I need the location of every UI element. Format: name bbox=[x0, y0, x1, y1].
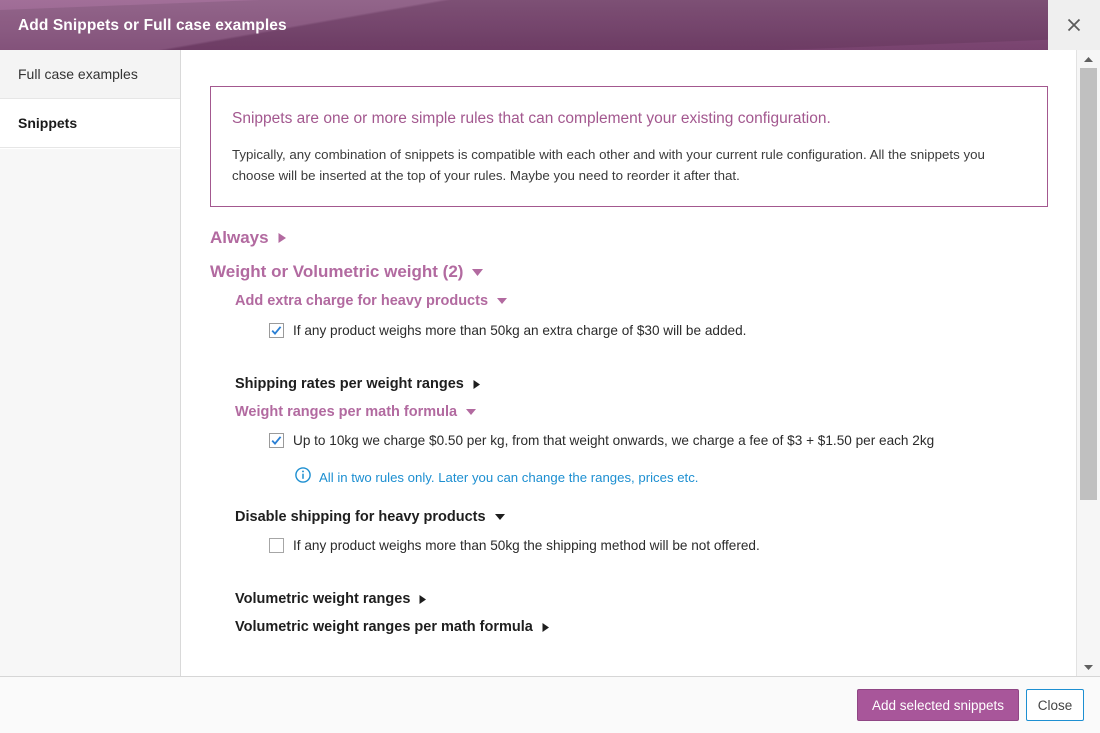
tree-node-label: Disable shipping for heavy products bbox=[235, 509, 486, 526]
info-note-text: All in two rules only. Later you can cha… bbox=[319, 470, 699, 486]
right-caret-icon bbox=[472, 379, 482, 390]
checkbox-unchecked-icon[interactable] bbox=[269, 538, 284, 558]
tree-node-weight-or-volumetric-weight[interactable]: Weight or Volumetric weight (2) bbox=[210, 262, 1048, 282]
notice-title: Snippets are one or more simple rules th… bbox=[232, 110, 831, 127]
tree-node-weight-ranges-formula[interactable]: Weight ranges per math formula bbox=[235, 404, 1048, 420]
scroll-up-arrow-icon[interactable] bbox=[1077, 50, 1100, 68]
tree-node-label: Weight ranges per math formula bbox=[235, 404, 458, 421]
close-button[interactable] bbox=[1048, 0, 1100, 50]
dialog-footer: Add selected snippets Close bbox=[0, 676, 1100, 733]
tree-node-volumetric-weight-formula[interactable]: Volumetric weight ranges per math formul… bbox=[235, 619, 1048, 635]
sidebar: Full case examples Snippets bbox=[0, 50, 181, 676]
dialog-titlebar: Add Snippets or Full case examples bbox=[0, 0, 1048, 50]
checkbox-checked-icon[interactable] bbox=[269, 323, 284, 343]
checkbox-checked-icon[interactable] bbox=[269, 433, 284, 453]
snippet-option-disable-shipping[interactable]: If any product weighs more than 50kg the… bbox=[269, 537, 1048, 558]
tree-node-volumetric-weight-ranges[interactable]: Volumetric weight ranges bbox=[235, 591, 1048, 607]
right-caret-icon bbox=[541, 622, 551, 633]
snippets-notice-box: Snippets are one or more simple rules th… bbox=[210, 86, 1048, 208]
tree-node-label: Always bbox=[210, 228, 269, 248]
tree-node-shipping-rates[interactable]: Shipping rates per weight ranges bbox=[235, 376, 1048, 392]
tree-node-disable-shipping[interactable]: Disable shipping for heavy products bbox=[235, 509, 1048, 525]
tree-node-label: Weight or Volumetric weight (2) bbox=[210, 262, 464, 282]
tree-node-always[interactable]: Always bbox=[210, 228, 1048, 248]
snippet-option-label: If any product weighs more than 50kg an … bbox=[293, 323, 747, 339]
tree-node-label: Volumetric weight ranges bbox=[235, 591, 411, 608]
notice-body: Typically, any combination of snippets i… bbox=[232, 146, 985, 183]
content-scrollbar[interactable] bbox=[1076, 50, 1100, 676]
add-selected-snippets-button[interactable]: Add selected snippets bbox=[857, 689, 1019, 721]
tree-node-label: Shipping rates per weight ranges bbox=[235, 376, 464, 393]
down-caret-icon bbox=[465, 407, 477, 417]
sidebar-item-label: Full case examples bbox=[18, 66, 138, 82]
snippet-option-label: If any product weighs more than 50kg the… bbox=[293, 538, 760, 554]
dialog-window: Add Snippets or Full case examples Full … bbox=[0, 0, 1100, 733]
right-caret-icon bbox=[418, 594, 428, 605]
info-circle-icon bbox=[295, 467, 311, 488]
right-caret-icon bbox=[277, 232, 288, 244]
snippet-option-label: Up to 10kg we charge $0.50 per kg, from … bbox=[293, 433, 935, 449]
down-caret-icon bbox=[496, 296, 508, 306]
close-icon bbox=[1067, 18, 1081, 32]
sidebar-item-snippets[interactable]: Snippets bbox=[0, 99, 180, 148]
tree-node-label: Volumetric weight ranges per math formul… bbox=[235, 619, 533, 636]
dialog-title: Add Snippets or Full case examples bbox=[18, 17, 287, 34]
sidebar-item-full-case-examples[interactable]: Full case examples bbox=[0, 50, 180, 99]
scroll-down-arrow-icon[interactable] bbox=[1077, 658, 1100, 676]
scrollbar-thumb[interactable] bbox=[1080, 68, 1097, 500]
snippet-option-extra-charge[interactable]: If any product weighs more than 50kg an … bbox=[269, 322, 1048, 343]
tree-node-label: Add extra charge for heavy products bbox=[235, 293, 489, 310]
sidebar-item-label: Snippets bbox=[18, 115, 78, 131]
down-caret-icon bbox=[471, 267, 484, 278]
snippet-info-note: All in two rules only. Later you can cha… bbox=[295, 467, 1048, 488]
sidebar-empty-area bbox=[0, 149, 180, 676]
snippets-tree: Always Weight or Volumetric weight (2) A… bbox=[210, 228, 1048, 635]
down-caret-icon bbox=[494, 512, 506, 522]
close-dialog-button[interactable]: Close bbox=[1026, 689, 1084, 721]
snippets-content-panel: Snippets are one or more simple rules th… bbox=[182, 50, 1076, 676]
snippet-option-weight-ranges[interactable]: Up to 10kg we charge $0.50 per kg, from … bbox=[269, 432, 1048, 453]
tree-node-add-extra-charge[interactable]: Add extra charge for heavy products bbox=[235, 293, 1048, 309]
